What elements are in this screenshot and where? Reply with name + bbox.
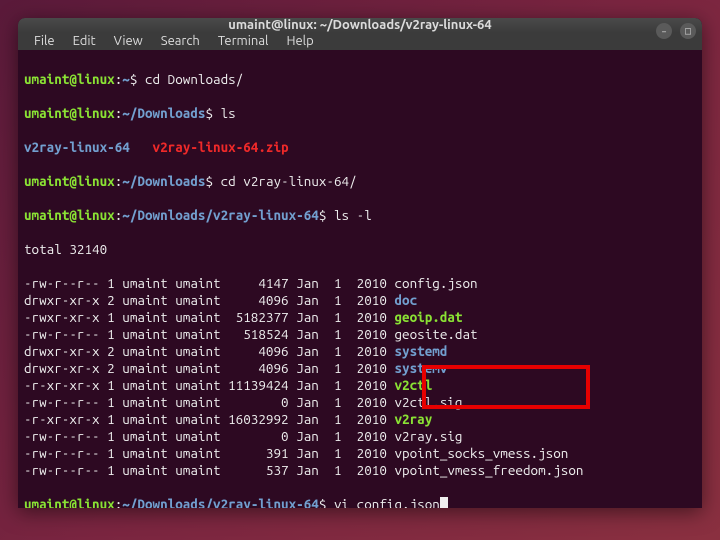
ls-row-meta: -rw-r--r-- 1 umaint umaint 4147 Jan 1 20… [24, 275, 394, 291]
ls-row-filename: geoip.dat [394, 309, 462, 325]
command-text: cd v2ray-linux-64/ [221, 173, 357, 189]
ls-row: drwxr-xr-x 2 umaint umaint 4096 Jan 1 20… [24, 343, 696, 360]
menu-help[interactable]: Help [278, 32, 321, 50]
menu-view[interactable]: View [106, 32, 151, 50]
ls-row-filename: systemd [394, 343, 447, 359]
ls-row: -rw-r--r-- 1 umaint umaint 391 Jan 1 201… [24, 445, 696, 462]
ls-row-meta: -rw-r--r-- 1 umaint umaint 0 Jan 1 2010 [24, 394, 394, 410]
ls-row-meta: -rw-r--r-- 1 umaint umaint 0 Jan 1 2010 [24, 428, 394, 444]
window-title: umaint@linux: ~/Downloads/v2ray-linux-64 [228, 18, 491, 32]
prompt-line: umaint@linux:~/Downloads$ ls [24, 105, 696, 122]
command-text: cd Downloads/ [145, 71, 243, 87]
ls-row: drwxr-xr-x 2 umaint umaint 4096 Jan 1 20… [24, 360, 696, 377]
ls-row-meta: drwxr-xr-x 2 umaint umaint 4096 Jan 1 20… [24, 343, 394, 359]
ls-row-meta: drwxr-xr-x 2 umaint umaint 4096 Jan 1 20… [24, 292, 394, 308]
ls-row-filename: v2ctl [394, 377, 432, 393]
ls-row-filename: v2ray [394, 411, 432, 427]
ls-row-filename: vpoint_socks_vmess.json [394, 445, 568, 461]
menu-file[interactable]: File [26, 32, 63, 50]
ls-row-filename: vpoint_vmess_freedom.json [394, 462, 583, 478]
menu-edit[interactable]: Edit [65, 32, 104, 50]
ls-row-filename: v2ray.sig [394, 428, 462, 444]
ls-row: -r-xr-xr-x 1 umaint umaint 11139424 Jan … [24, 377, 696, 394]
ls-row: -rw-r--r-- 1 umaint umaint 518524 Jan 1 … [24, 326, 696, 343]
ls-row-meta: -rw-r--r-- 1 umaint umaint 518524 Jan 1 … [24, 326, 394, 342]
prompt-line: umaint@linux:~$ cd Downloads/ [24, 71, 696, 88]
command-text: ls -l [334, 207, 372, 223]
command-text: vi config.json [334, 496, 440, 508]
ls-row-meta: -rwxr-xr-x 1 umaint umaint 5182377 Jan 1… [24, 309, 394, 325]
terminal-body[interactable]: umaint@linux:~$ cd Downloads/ umaint@lin… [18, 50, 702, 508]
ls-row-filename: config.json [394, 275, 477, 291]
ls-row: -rwxr-xr-x 1 umaint umaint 5182377 Jan 1… [24, 309, 696, 326]
ls-row-filename: doc [394, 292, 417, 308]
cursor [440, 497, 448, 508]
ls-row-meta: drwxr-xr-x 2 umaint umaint 4096 Jan 1 20… [24, 360, 394, 376]
ls-row: -r-xr-xr-x 1 umaint umaint 16032992 Jan … [24, 411, 696, 428]
menubar: File Edit View Search Terminal Help [18, 32, 702, 50]
ls-row-meta: -r-xr-xr-x 1 umaint umaint 11139424 Jan … [24, 377, 394, 393]
window-controls: – □ [656, 23, 696, 39]
ls-row-meta: -rw-r--r-- 1 umaint umaint 391 Jan 1 201… [24, 445, 394, 461]
ls-total: total 32140 [24, 241, 696, 258]
ls-row-meta: -rw-r--r-- 1 umaint umaint 537 Jan 1 201… [24, 462, 394, 478]
ls-row: drwxr-xr-x 2 umaint umaint 4096 Jan 1 20… [24, 292, 696, 309]
ls-row-filename: systemv [394, 360, 447, 376]
ls-row: -rw-r--r-- 1 umaint umaint 0 Jan 1 2010 … [24, 394, 696, 411]
command-text: ls [221, 105, 236, 121]
terminal-window: umaint@linux: ~/Downloads/v2ray-linux-64… [18, 18, 702, 508]
minimize-button[interactable]: – [656, 23, 672, 39]
menu-terminal[interactable]: Terminal [210, 32, 277, 50]
ls-output: v2ray-linux-64 v2ray-linux-64.zip [24, 139, 696, 156]
ls-row: -rw-r--r-- 1 umaint umaint 0 Jan 1 2010 … [24, 428, 696, 445]
ls-row: -rw-r--r-- 1 umaint umaint 537 Jan 1 201… [24, 462, 696, 479]
prompt-line-current: umaint@linux:~/Downloads/v2ray-linux-64$… [24, 496, 696, 508]
prompt-line: umaint@linux:~/Downloads$ cd v2ray-linux… [24, 173, 696, 190]
titlebar[interactable]: umaint@linux: ~/Downloads/v2ray-linux-64… [18, 18, 702, 32]
prompt-line: umaint@linux:~/Downloads/v2ray-linux-64$… [24, 207, 696, 224]
maximize-button[interactable]: □ [680, 23, 696, 39]
ls-row: -rw-r--r-- 1 umaint umaint 4147 Jan 1 20… [24, 275, 696, 292]
menu-search[interactable]: Search [153, 32, 208, 50]
ls-row-filename: geosite.dat [394, 326, 477, 342]
ls-row-meta: -r-xr-xr-x 1 umaint umaint 16032992 Jan … [24, 411, 394, 427]
ls-row-filename: v2ctl.sig [394, 394, 462, 410]
